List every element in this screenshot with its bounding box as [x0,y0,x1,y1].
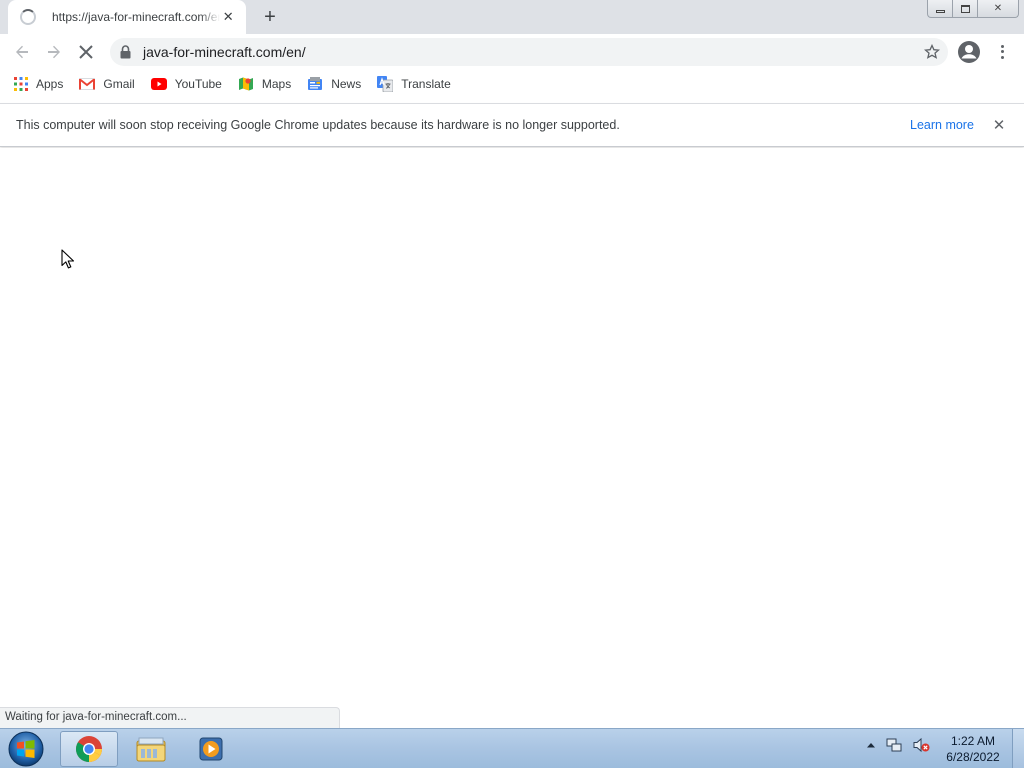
learn-more-link[interactable]: Learn more [910,118,974,132]
maps-icon [238,77,253,91]
stop-icon [79,45,93,59]
translate-icon [377,76,394,92]
status-bubble: Waiting for java-for-minecraft.com... [0,707,340,728]
bookmark-label: Apps [36,77,64,91]
lock-icon [120,45,131,59]
menu-dot [1000,55,1004,59]
browser-toolbar: java-for-minecraft.com/en/ [0,34,1024,70]
forward-button[interactable] [40,38,68,66]
star-icon[interactable] [924,44,940,60]
forward-arrow-icon [48,45,60,59]
stop-loading-button[interactable] [72,38,100,66]
taskbar-clock[interactable]: 1:22 AM 6/28/2022 [940,733,1006,765]
browser-tab[interactable]: https://java-for-minecraft.com/en/ ✕ [8,0,246,34]
menu-dot [1000,50,1004,54]
bookmark-label: Translate [401,77,451,91]
infobar-message: This computer will soon stop receiving G… [16,118,620,132]
tab-close-icon[interactable]: ✕ [220,9,236,25]
window-close-button[interactable]: ✕ [977,0,1019,18]
gmail-icon [79,78,96,90]
taskbar-explorer-button[interactable] [122,731,180,767]
bookmark-youtube[interactable]: YouTube [150,73,222,95]
system-tray [866,737,940,753]
minimize-button[interactable] [927,0,953,18]
bookmark-gmail[interactable]: Gmail [79,73,135,95]
bookmarks-bar: Apps Gmail YouTube Maps News Translate [0,70,1024,98]
restore-button[interactable] [952,0,978,18]
tab-title: https://java-for-minecraft.com/en/ [52,10,221,24]
back-button[interactable] [8,38,36,66]
taskbar-media-button[interactable] [182,731,240,767]
minimize-icon [935,10,945,13]
bookmark-label: Maps [261,77,292,91]
tab-strip: https://java-for-minecraft.com/en/ ✕ + ✕ [0,0,1024,34]
start-button[interactable] [6,730,46,768]
volume-muted-icon[interactable] [912,737,930,753]
bookmark-news[interactable]: News [307,73,361,95]
tray-overflow-icon[interactable] [866,741,876,749]
update-infobar: This computer will soon stop receiving G… [0,103,1024,147]
bookmark-apps[interactable]: Apps [14,73,63,95]
news-icon [308,77,323,90]
show-desktop-button[interactable] [1012,729,1024,768]
address-bar[interactable]: java-for-minecraft.com/en/ [110,38,948,66]
profile-icon[interactable] [957,40,981,64]
youtube-icon [150,78,167,90]
taskbar: 1:22 AM 6/28/2022 [0,728,1024,768]
file-explorer-icon [136,737,166,762]
url-text[interactable]: java-for-minecraft.com/en/ [143,44,306,60]
clock-date: 6/28/2022 [946,750,1000,764]
back-arrow-icon [16,45,28,59]
menu-icon[interactable] [994,42,1010,62]
bookmark-label: YouTube [174,77,222,91]
menu-dot [1000,45,1004,49]
bookmark-label: Gmail [103,77,135,91]
bookmark-translate[interactable]: Translate [377,73,451,95]
apps-grid-icon [14,77,28,91]
bookmark-maps[interactable]: Maps [238,73,291,95]
mouse-cursor-icon [61,249,75,269]
bookmark-label: News [331,77,362,91]
media-player-icon [199,737,223,761]
loading-spinner-icon [20,9,36,25]
restore-icon [960,4,970,13]
page-content [0,148,1024,728]
taskbar-chrome-button[interactable] [60,731,118,767]
new-tab-button[interactable]: + [257,4,283,30]
infobar-close-icon[interactable]: ✕ [991,117,1007,134]
chrome-icon [76,736,103,763]
clock-time: 1:22 AM [950,734,996,748]
network-icon[interactable] [886,737,902,753]
